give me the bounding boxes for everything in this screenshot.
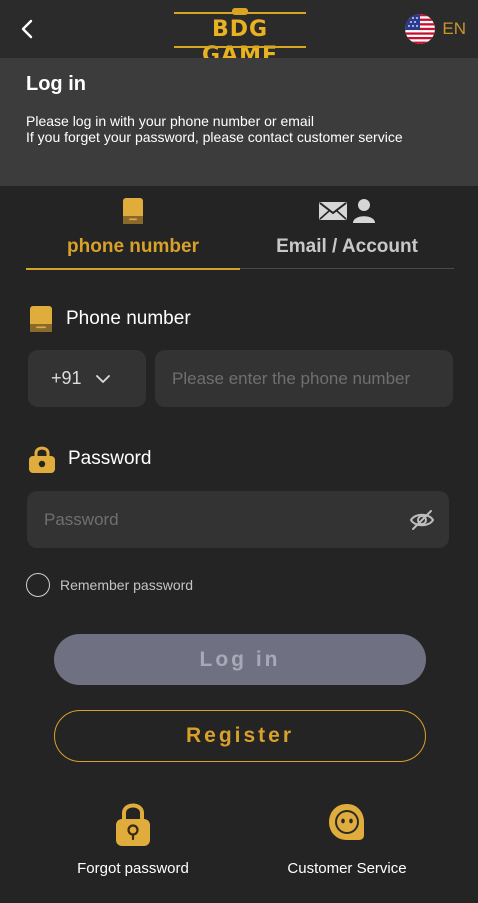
login-page: BDG GAME EN Log in Please log in with yo…	[0, 0, 478, 903]
toggle-password-visibility[interactable]	[408, 506, 436, 534]
remember-radio[interactable]	[26, 573, 50, 597]
phone-icon	[30, 306, 52, 332]
forgot-password-label: Forgot password	[77, 860, 189, 877]
brand-logo: BDG GAME	[174, 8, 306, 68]
tab-email-account[interactable]: Email / Account	[240, 186, 454, 269]
top-bar: BDG GAME EN	[0, 0, 478, 68]
chevron-left-icon	[21, 19, 33, 39]
email-icon	[319, 202, 347, 220]
login-button[interactable]: Log in	[54, 634, 426, 685]
user-icon	[353, 199, 375, 223]
password-input[interactable]	[27, 491, 449, 548]
back-button[interactable]	[14, 15, 42, 43]
phone-icon	[123, 198, 143, 224]
remember-password-checkbox[interactable]: Remember password	[26, 573, 193, 597]
password-label-row: Password	[28, 444, 151, 474]
phone-number-input[interactable]	[155, 350, 453, 407]
phone-number-label-row: Phone number	[28, 304, 191, 334]
intro-panel: Log in Please log in with your phone num…	[0, 58, 478, 186]
eye-slash-icon	[409, 510, 435, 530]
us-flag-icon	[405, 14, 436, 44]
tab-phone-number[interactable]: phone number	[26, 186, 240, 270]
language-selector[interactable]: EN	[405, 14, 466, 44]
tab-email-account-label: Email / Account	[276, 236, 418, 257]
login-method-tabs: phone number Email / Account	[26, 186, 454, 270]
tab-phone-number-label: phone number	[67, 236, 199, 257]
lock-icon	[116, 803, 150, 846]
lock-icon	[29, 446, 55, 473]
country-code-select[interactable]: +91	[28, 350, 146, 407]
register-button[interactable]: Register	[54, 710, 426, 762]
remember-password-label: Remember password	[60, 577, 194, 593]
customer-service-link[interactable]: Customer Service	[267, 800, 427, 880]
forgot-password-link[interactable]: Forgot password	[53, 800, 213, 880]
chevron-down-icon	[95, 374, 110, 383]
intro-text-1: Please log in with your phone number or …	[26, 113, 314, 129]
phone-number-label: Phone number	[66, 308, 191, 329]
password-label: Password	[68, 448, 152, 469]
customer-service-icon	[329, 804, 364, 840]
page-title: Log in	[26, 73, 86, 95]
intro-text-2: If you forget your password, please cont…	[26, 129, 403, 145]
country-code-value: +91	[51, 368, 82, 388]
customer-service-label: Customer Service	[287, 860, 407, 877]
language-label: EN	[442, 19, 466, 38]
